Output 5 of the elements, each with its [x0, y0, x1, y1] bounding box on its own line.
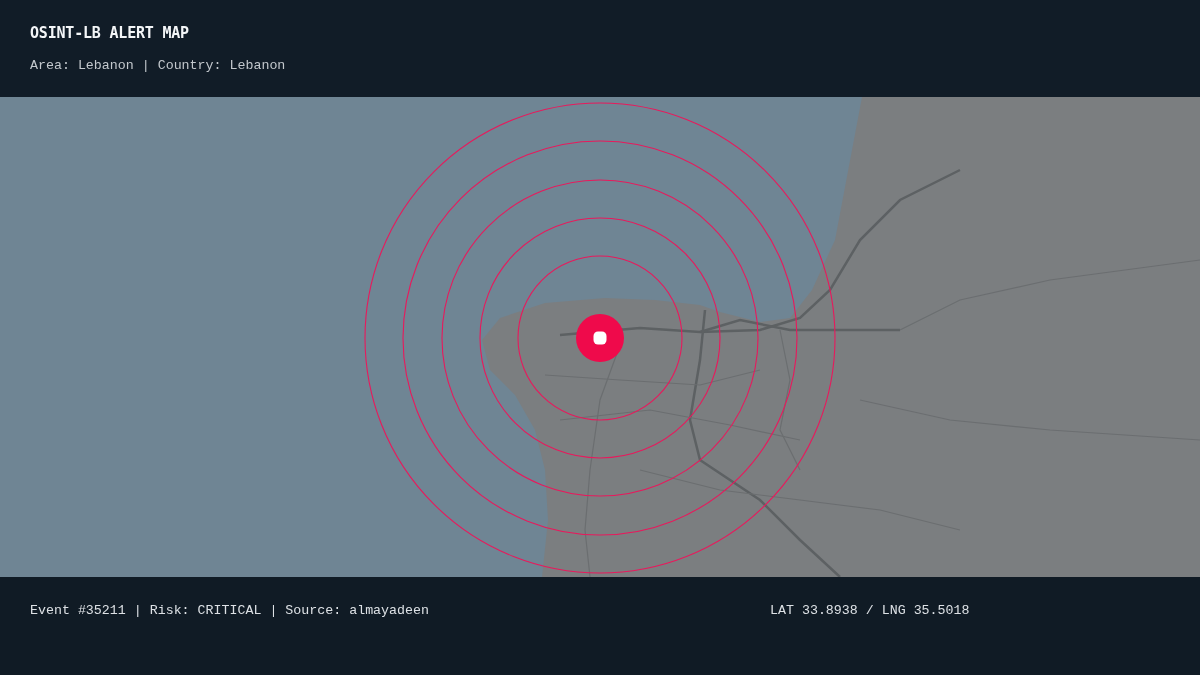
- area-subtitle: Area: Lebanon | Country: Lebanon: [30, 57, 286, 75]
- event-info-text: Event #35211 | Risk: CRITICAL | Source: almayadeen: [30, 602, 429, 620]
- map-title: OSINT-LB ALERT MAP: [30, 24, 189, 42]
- coordinates-text: LAT 33.8938 / LNG 35.5018: [770, 602, 970, 620]
- marker-dot-icon[interactable]: [576, 314, 624, 362]
